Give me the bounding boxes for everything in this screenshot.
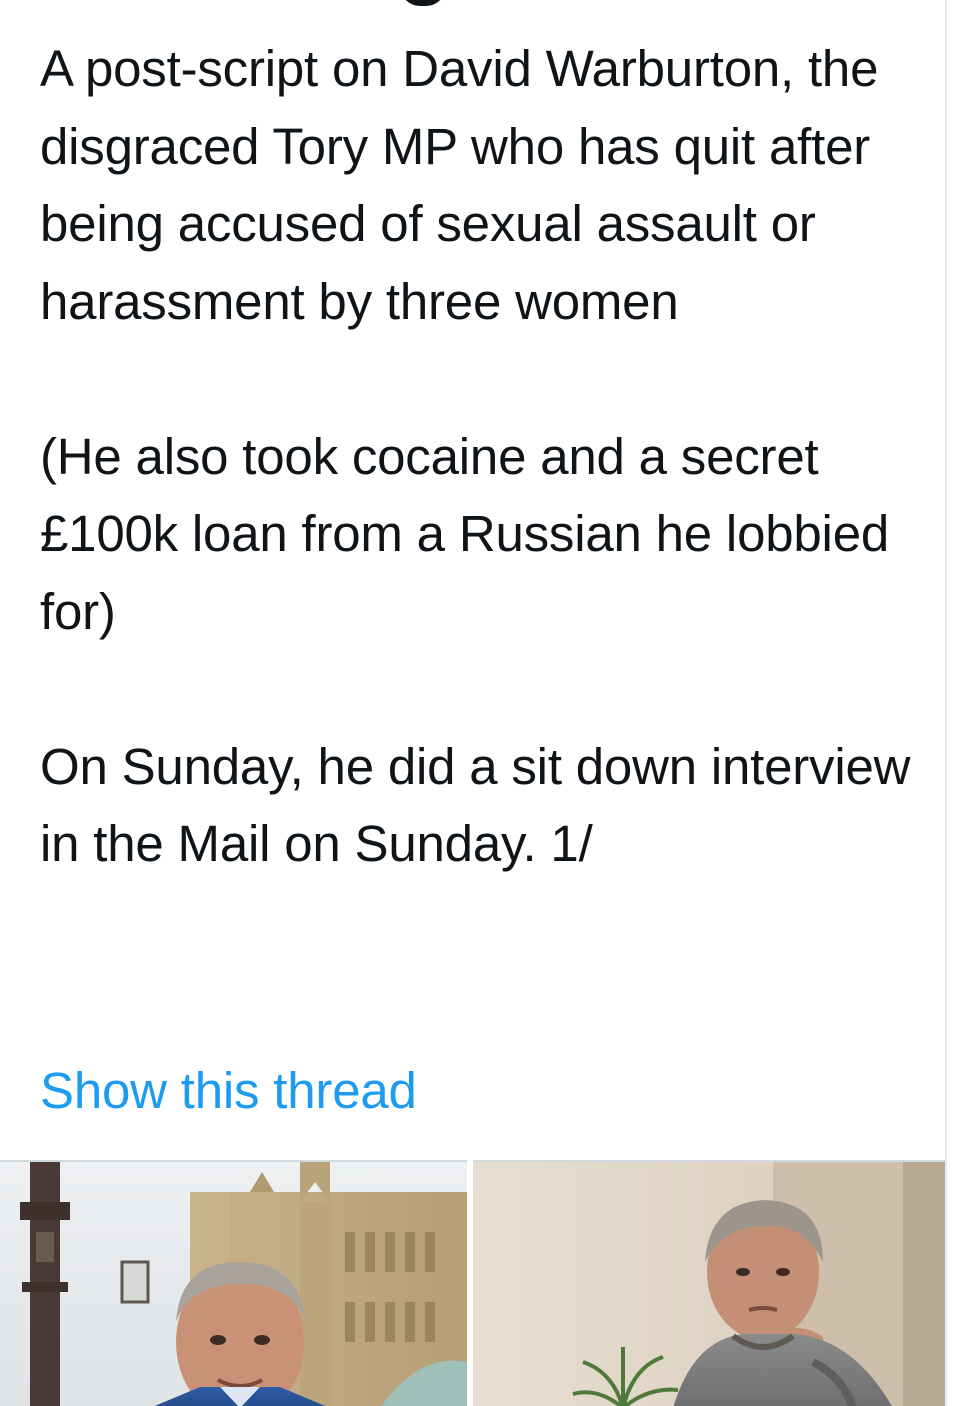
- show-thread-link[interactable]: Show this thread: [40, 1058, 417, 1124]
- tweet-paragraph-2: (He also took cocaine and a secret £100k…: [40, 427, 890, 640]
- media-grid: [0, 1160, 945, 1406]
- media-photo-2[interactable]: [473, 1160, 945, 1406]
- photo-parliament: [0, 1162, 467, 1406]
- tweet-paragraph-1: A post-script on David Warburton, the di…: [40, 40, 879, 330]
- cutoff-glyph: [400, 0, 446, 6]
- tweet-paragraph-3: On Sunday, he did a sit down interview i…: [40, 737, 911, 873]
- tweet-text: A post-script on David Warburton, the di…: [40, 30, 920, 883]
- tweet-card: A post-script on David Warburton, the di…: [0, 0, 947, 1406]
- photo-interior: [473, 1162, 945, 1406]
- media-photo-1[interactable]: [0, 1160, 467, 1406]
